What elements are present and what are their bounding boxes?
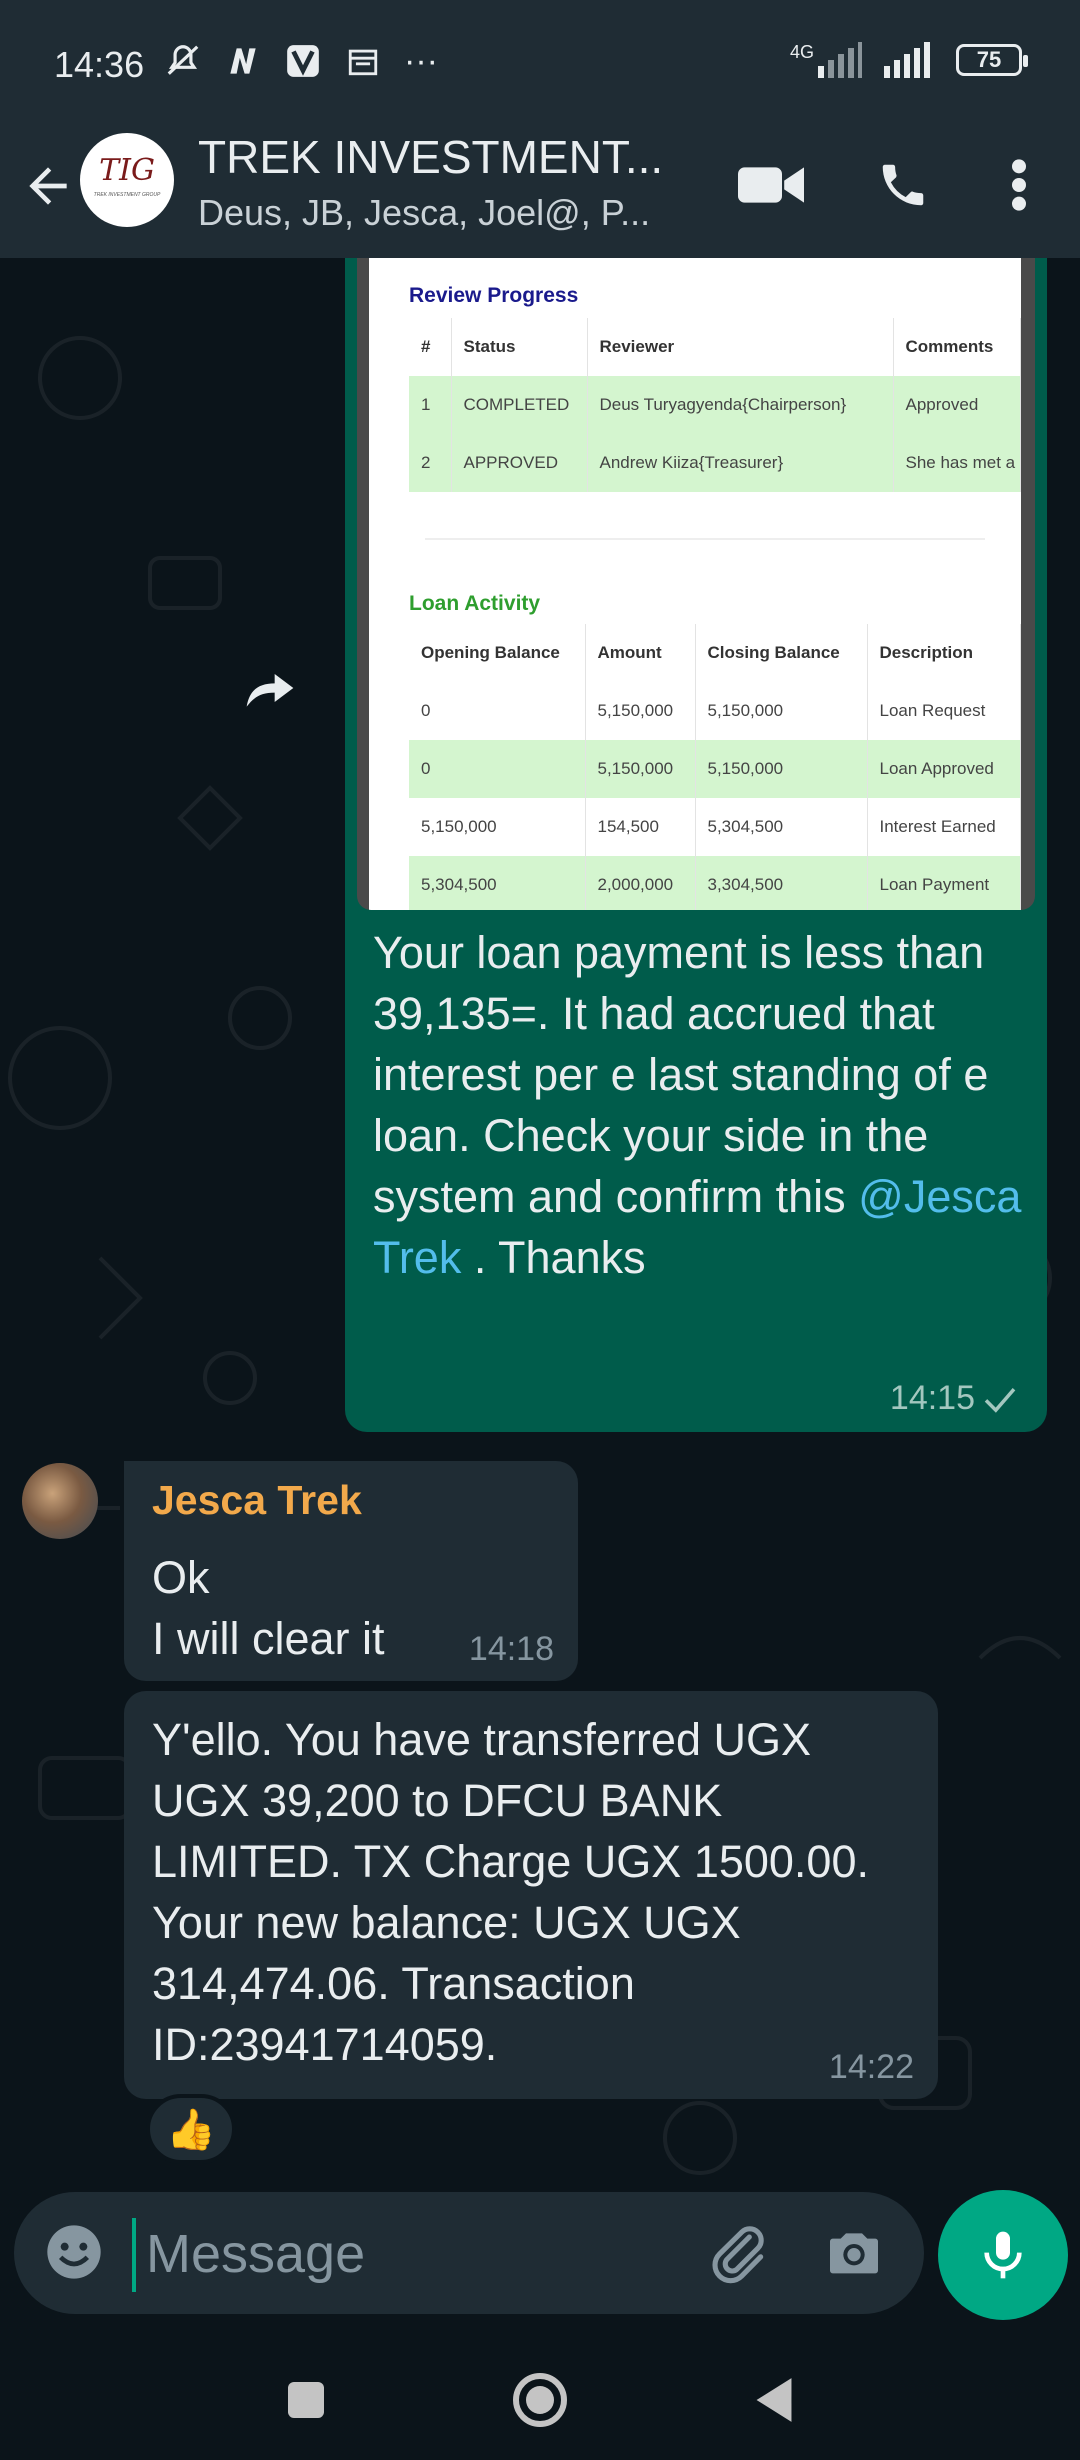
sender-avatar[interactable] bbox=[22, 1463, 98, 1539]
svg-text:TIG: TIG bbox=[99, 153, 155, 188]
review-progress-heading: Review Progress bbox=[409, 284, 579, 307]
loan-activity-table: Opening Balance Amount Closing Balance D… bbox=[409, 624, 1021, 910]
header-title-area[interactable]: TREK INVESTMENT... Deus, JB, Jesca, Joel… bbox=[198, 128, 698, 234]
incoming-message-text: Y'ello. You have transferred UGX UGX 39,… bbox=[152, 1714, 869, 2070]
outgoing-message[interactable]: Review Progress # Status Reviewer Commen… bbox=[345, 258, 1047, 1432]
svg-text:TREK INVESTMENT GROUP: TREK INVESTMENT GROUP bbox=[94, 192, 161, 198]
signal-icon-1 bbox=[818, 42, 862, 78]
back-nav-icon[interactable] bbox=[734, 2360, 814, 2440]
battery-icon: 75 bbox=[956, 44, 1028, 76]
incoming-message[interactable]: Jesca Trek Ok I will clear it 14:18 bbox=[124, 1461, 578, 1681]
table-row: 5,150,000 154,500 5,304,500 Interest Ear… bbox=[409, 798, 1021, 856]
chat-header: TIG TREK INVESTMENT GROUP TREK INVESTMEN… bbox=[0, 128, 1080, 258]
back-arrow-icon[interactable] bbox=[20, 158, 76, 214]
review-table: # Status Reviewer Comments 1 COMPLETED D… bbox=[409, 318, 1021, 492]
chat-area[interactable]: Review Progress # Status Reviewer Commen… bbox=[0, 258, 1080, 2190]
message-time: 14:18 bbox=[468, 1630, 554, 1668]
voice-call-icon[interactable] bbox=[868, 150, 938, 220]
table-row: 1 COMPLETED Deus Turyagyenda{Chairperson… bbox=[409, 376, 1021, 434]
loan-document-image: Review Progress # Status Reviewer Commen… bbox=[369, 258, 1021, 910]
status-right: 4G 75 bbox=[790, 42, 1028, 78]
incoming-message[interactable]: Y'ello. You have transferred UGX UGX 39,… bbox=[124, 1691, 938, 2099]
calendar-icon bbox=[344, 42, 382, 80]
status-bar: 14:36 ··· 4G 75 bbox=[0, 0, 1080, 128]
forward-icon[interactable] bbox=[230, 648, 310, 728]
message-input[interactable] bbox=[134, 2212, 694, 2296]
home-icon[interactable] bbox=[500, 2360, 580, 2440]
table-row: 0 5,150,000 5,150,000 Loan Request bbox=[409, 682, 1021, 740]
attach-icon[interactable] bbox=[704, 2220, 772, 2288]
app-n-icon bbox=[224, 42, 262, 80]
table-row: 2 APPROVED Andrew Kiiza{Treasurer} She h… bbox=[409, 434, 1021, 492]
message-time: 14:22 bbox=[828, 2048, 914, 2086]
thumbs-up-reaction[interactable]: 👍 bbox=[146, 2094, 236, 2164]
sent-check-icon bbox=[984, 1387, 1016, 1413]
mute-icon bbox=[164, 42, 202, 80]
divider bbox=[425, 538, 985, 540]
microphone-icon bbox=[984, 2231, 1022, 2279]
message-time: 14:15 bbox=[889, 1379, 975, 1417]
camera-icon[interactable] bbox=[822, 2220, 890, 2288]
loan-activity-heading: Loan Activity bbox=[409, 592, 541, 615]
system-nav-bar bbox=[0, 2330, 1080, 2460]
emoji-icon[interactable] bbox=[42, 2220, 106, 2284]
signal-icon-2 bbox=[884, 42, 930, 78]
table-row: 5,304,500 2,000,000 3,304,500 Loan Payme… bbox=[409, 856, 1021, 910]
table-row: 0 5,150,000 5,150,000 Loan Approved bbox=[409, 740, 1021, 798]
incoming-message-text: I will clear it bbox=[152, 1613, 385, 1664]
sender-name[interactable]: Jesca Trek bbox=[152, 1477, 362, 1524]
status-time: 14:36 bbox=[54, 44, 145, 85]
group-title: TREK INVESTMENT... bbox=[198, 131, 664, 183]
network-type: 4G bbox=[790, 42, 862, 78]
app-v-icon bbox=[284, 42, 322, 80]
group-avatar[interactable]: TIG TREK INVESTMENT GROUP bbox=[80, 133, 174, 227]
outgoing-message-text: Your loan payment is less than 39,135=. … bbox=[373, 927, 1022, 1283]
more-notifications-icon: ··· bbox=[404, 41, 438, 80]
incoming-message-text: Ok bbox=[152, 1552, 210, 1603]
message-composer bbox=[14, 2192, 924, 2314]
notification-icons: ··· bbox=[164, 42, 438, 80]
attached-image[interactable]: Review Progress # Status Reviewer Commen… bbox=[357, 258, 1035, 910]
video-call-icon[interactable] bbox=[736, 150, 806, 220]
group-members: Deus, JB, Jesca, Joel@, P... bbox=[198, 192, 651, 233]
outgoing-message-meta: 14:15 bbox=[890, 1379, 1017, 1418]
more-options-icon[interactable] bbox=[984, 150, 1054, 220]
voice-message-button[interactable] bbox=[938, 2190, 1068, 2320]
recent-apps-icon[interactable] bbox=[266, 2360, 346, 2440]
